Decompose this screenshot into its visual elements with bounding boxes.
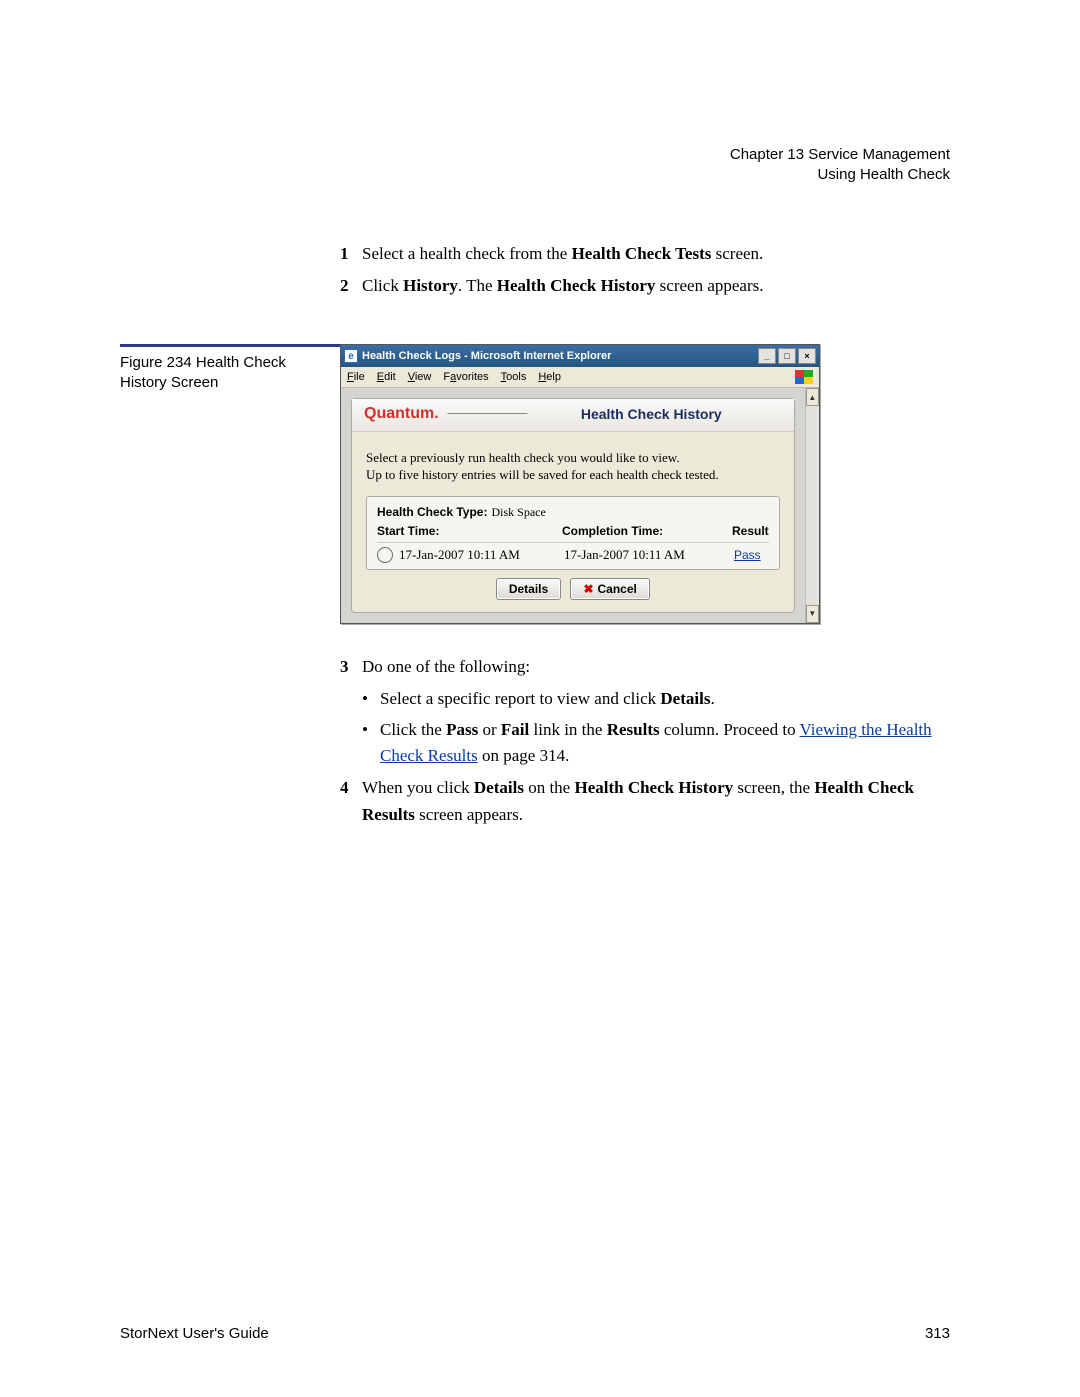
menu-edit[interactable]: Edit [377,371,396,383]
windows-flag-icon [795,370,813,384]
maximize-button[interactable]: □ [778,348,796,364]
page-footer: StorNext User's Guide 313 [120,1325,950,1342]
step-3: 3 Do one of the following: [340,654,950,680]
col-completion: Completion Time: [562,524,732,538]
window-title: Health Check Logs - Microsoft Internet E… [362,350,758,362]
step-3a: • Select a specific report to view and c… [362,686,950,712]
menu-help[interactable]: Help [538,371,561,383]
scroll-up-icon[interactable]: ▲ [806,388,819,406]
menu-file[interactable]: File [347,371,365,383]
footer-guide: StorNext User's Guide [120,1325,269,1342]
menu-view[interactable]: View [408,371,432,383]
cancel-x-icon: ✖ [583,582,593,596]
menu-favorites[interactable]: Favorites [443,371,488,383]
step-3b: • Click the Pass or Fail link in the Res… [362,717,950,770]
brand-logo: Quantum. [364,405,439,423]
menu-bar: File Edit View Favorites Tools Help [341,367,819,388]
footer-page: 313 [925,1325,950,1342]
table-row[interactable]: 17-Jan-2007 10:11 AM 17-Jan-2007 10:11 A… [377,545,769,565]
cancel-button[interactable]: ✖Cancel [570,578,649,600]
close-button[interactable]: × [798,348,816,364]
start-time: 17-Jan-2007 10:11 AM [399,547,564,563]
scroll-down-icon[interactable]: ▼ [806,605,819,623]
intro-text: Select a previously run health check you… [366,450,780,484]
type-label: Health Check Type: [377,505,487,519]
minimize-button[interactable]: _ [758,348,776,364]
panel-title: Health Check History [581,406,722,422]
step-4: 4 When you click Details on the Health C… [340,775,950,828]
scrollbar[interactable]: ▲ ▼ [805,388,819,623]
menu-tools[interactable]: Tools [501,371,527,383]
figure-caption: Figure 234 Health Check History Screen [120,344,340,624]
title-bar: e Health Check Logs - Microsoft Internet… [341,345,819,367]
chapter-line: Chapter 13 Service Management [120,145,950,165]
completion-time: 17-Jan-2007 10:11 AM [564,547,734,563]
history-table: Health Check Type: Disk Space Start Time… [366,496,780,570]
panel: Quantum. Health Check History Select a p… [351,398,795,613]
screenshot-window: e Health Check Logs - Microsoft Internet… [340,344,820,624]
step-1: 1 Select a health check from the Health … [340,241,950,267]
ie-icon: e [344,349,358,363]
details-button[interactable]: Details [496,578,561,600]
type-value: Disk Space [491,505,545,520]
page-header: Chapter 13 Service Management Using Heal… [120,145,950,186]
section-line: Using Health Check [120,165,950,185]
col-result: Result [732,524,769,538]
step-2: 2 Click History. The Health Check Histor… [340,273,950,299]
result-link[interactable]: Pass [734,548,761,562]
row-radio[interactable] [377,547,393,563]
col-start: Start Time: [377,524,562,538]
